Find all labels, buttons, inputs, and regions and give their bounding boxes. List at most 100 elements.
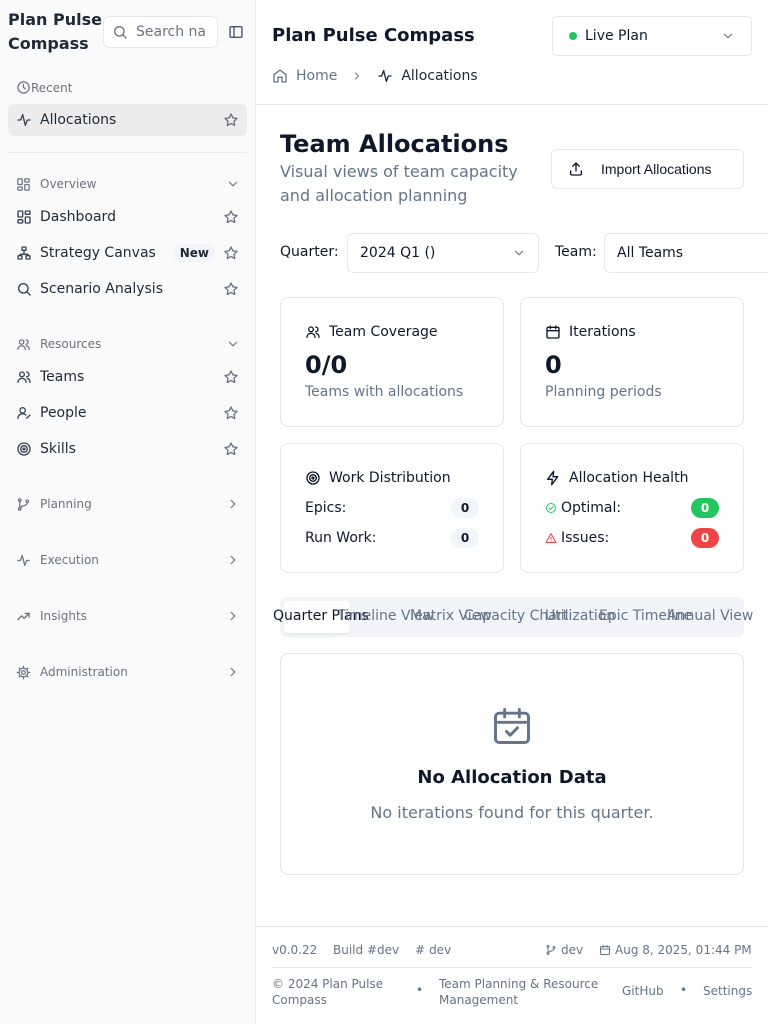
star-icon[interactable] (223, 369, 239, 385)
iterations-card: Iterations 0 Planning periods (520, 297, 744, 427)
plan-select-value: Live Plan (585, 28, 648, 44)
plan-select[interactable]: Live Plan (552, 16, 752, 56)
recent-label: Recent (31, 80, 73, 95)
stat-label: Optimal: (561, 500, 622, 516)
star-icon[interactable] (223, 441, 239, 457)
star-icon[interactable] (223, 405, 239, 421)
sidebar-item-strategy-canvas[interactable]: Strategy Canvas New (8, 237, 247, 269)
activity-icon (17, 554, 30, 566)
footer-github-link[interactable]: GitHub (622, 984, 664, 998)
star-icon[interactable] (223, 112, 239, 128)
footer-build: Build #dev (333, 943, 400, 957)
chevron-right-icon (230, 611, 236, 621)
calendar-icon (600, 945, 610, 955)
run-work-count-badge: 0 (451, 528, 479, 548)
sidebar-item-label: Scenario Analysis (40, 281, 163, 297)
stat-name: Optimal: (545, 500, 621, 516)
sidebar-item-people[interactable]: People (8, 397, 247, 429)
team-select[interactable]: All Teams (604, 233, 768, 273)
footer-divider-secondary (272, 967, 752, 968)
card-title: Team Coverage (329, 324, 438, 340)
card-value: 0 (545, 351, 562, 379)
chevron-down-icon (228, 341, 238, 347)
chevron-right-icon (230, 499, 236, 509)
section-resources[interactable]: Resources (8, 328, 248, 360)
git-branch-icon (546, 945, 556, 955)
users-icon (17, 371, 31, 383)
import-allocations-button[interactable]: Import Allocations (551, 149, 744, 189)
footer-hash: # dev (415, 943, 451, 957)
team-select-value: All Teams (617, 245, 684, 261)
footer-separator: • (416, 983, 424, 997)
page-subtitle: Visual views of team capacity and alloca… (280, 162, 518, 205)
breadcrumb-home-label: Home (296, 68, 338, 84)
lightning-icon (547, 470, 559, 486)
section-overview[interactable]: Overview (8, 168, 248, 200)
sidebar-divider (8, 152, 247, 153)
section-label: Insights (40, 609, 87, 623)
sidebar-item-skills[interactable]: Skills (8, 433, 247, 465)
footer-settings-link[interactable]: Settings (703, 984, 752, 998)
breadcrumb-home[interactable]: Home (272, 68, 337, 84)
chevron-down-icon (228, 181, 238, 187)
sidebar-item-allocations[interactable]: Allocations (8, 104, 247, 136)
sidebar-item-scenario-analysis[interactable]: Scenario Analysis (8, 273, 247, 305)
search-icon (18, 283, 31, 296)
card-description: Teams with allocations (305, 384, 464, 400)
clock-icon (17, 81, 30, 94)
sidebar-item-label: Dashboard (40, 209, 116, 225)
sidebar-item-label: People (40, 405, 87, 421)
calendar-check-icon (494, 708, 530, 744)
card-description: Planning periods (545, 384, 662, 400)
activity-icon (17, 114, 31, 126)
footer-divider (256, 926, 768, 927)
card-header: Team Coverage (305, 324, 438, 340)
card-title: Iterations (569, 324, 636, 340)
footer-hash-value: dev (429, 943, 452, 957)
search-input[interactable] (136, 24, 216, 40)
stat-row-run-work: Run Work: 0 (305, 528, 479, 548)
empty-state-title: No Allocation Data (417, 767, 607, 788)
sidebar-item-label: Skills (40, 441, 76, 457)
app-title: Plan Pulse Compass (272, 25, 475, 46)
card-value: 0/0 (305, 351, 348, 379)
sidebar-toggle-icon[interactable] (226, 22, 246, 42)
target-icon (17, 442, 31, 456)
check-circle-icon (546, 503, 556, 513)
search-box[interactable] (103, 16, 218, 48)
section-administration[interactable]: Administration (8, 656, 248, 688)
card-header: Iterations (545, 324, 636, 340)
star-icon[interactable] (223, 209, 239, 225)
target-icon (306, 471, 320, 485)
tab-annual-view[interactable]: Annual View (667, 608, 753, 624)
stat-row-epics: Epics: 0 (305, 498, 479, 518)
footer-branch-value: dev (561, 943, 584, 957)
sidebar-item-dashboard[interactable]: Dashboard (8, 201, 247, 233)
import-button-label: Import Allocations (601, 161, 712, 177)
upload-icon (570, 162, 582, 176)
star-icon[interactable] (223, 245, 239, 261)
section-label: Administration (40, 665, 128, 679)
stat-name: Issues: (545, 530, 609, 546)
stat-label: Issues: (561, 530, 610, 546)
card-header: Work Distribution (305, 470, 451, 486)
card-header: Allocation Health (545, 470, 688, 486)
stat-label: Run Work: (305, 530, 377, 546)
quarter-select[interactable]: 2024 Q1 () (347, 233, 539, 273)
star-icon[interactable] (223, 281, 239, 297)
users-icon (17, 338, 30, 350)
allocation-health-card: Allocation Health Optimal: 0 Issues: 0 (520, 443, 744, 573)
section-planning[interactable]: Planning (8, 488, 248, 520)
home-icon (273, 69, 287, 83)
footer-tagline: Team Planning & Resource Management (439, 977, 599, 1007)
sidebar-item-teams[interactable]: Teams (8, 361, 247, 393)
section-execution[interactable]: Execution (8, 544, 248, 576)
section-insights[interactable]: Insights (8, 600, 248, 632)
chevron-down-icon (514, 250, 524, 256)
quarter-label: Quarter: (280, 244, 339, 260)
section-label: Resources (40, 337, 102, 351)
footer-date: Aug 8, 2025, 01:44 PM (599, 943, 752, 957)
overview-icon (17, 177, 30, 191)
sidebar-item-label: Allocations (40, 112, 117, 128)
stat-label: Epics: (305, 500, 347, 516)
